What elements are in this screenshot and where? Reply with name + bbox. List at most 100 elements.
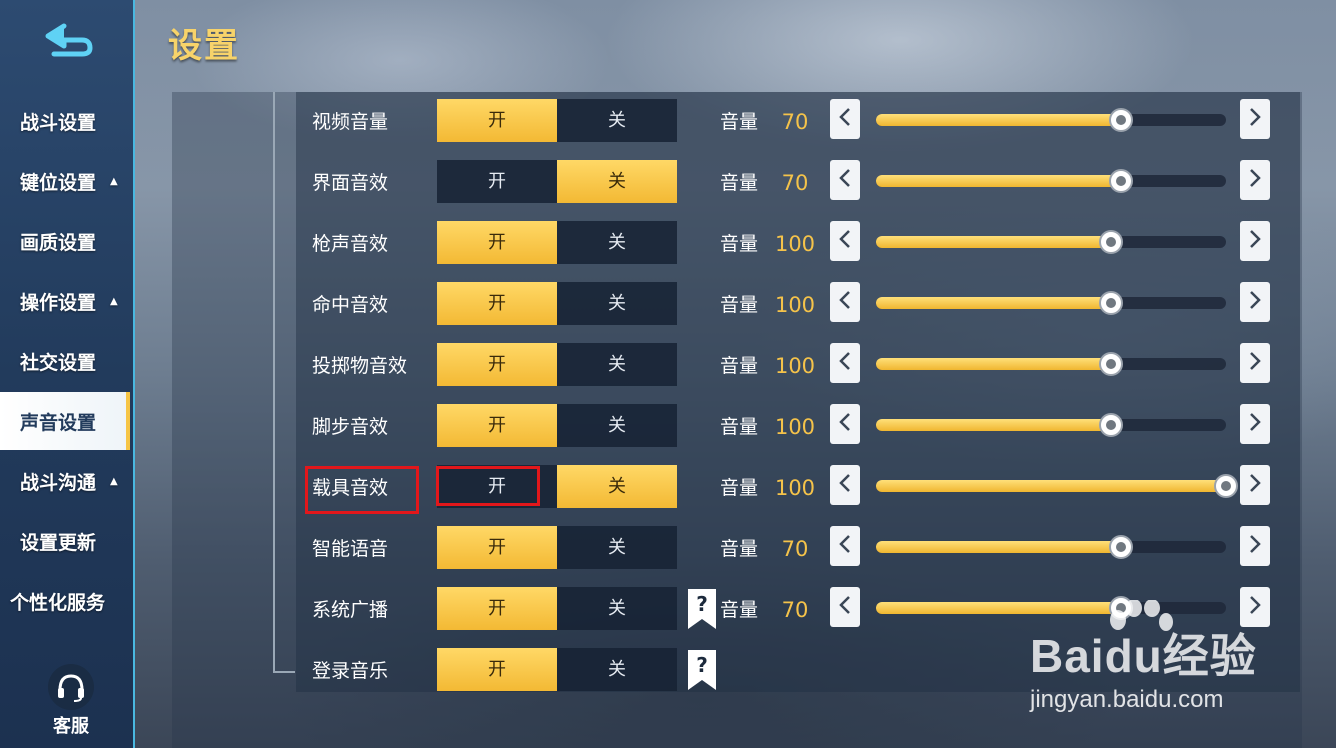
volume-increase-button[interactable] bbox=[1240, 221, 1270, 261]
on-button[interactable]: 开 bbox=[437, 587, 557, 630]
volume-value: 100 bbox=[774, 293, 816, 317]
volume-slider-knob[interactable] bbox=[1098, 413, 1123, 437]
sidebar-item[interactable]: 设置更新 bbox=[0, 512, 133, 570]
off-button[interactable]: 关 bbox=[557, 221, 677, 264]
volume-slider[interactable] bbox=[876, 352, 1226, 376]
volume-increase-button[interactable] bbox=[1240, 404, 1270, 444]
volume-label: 音量 bbox=[720, 294, 759, 316]
off-button[interactable]: 关 bbox=[557, 648, 677, 691]
on-button[interactable]: 开 bbox=[437, 526, 557, 569]
volume-slider-fill bbox=[876, 358, 1111, 370]
volume-decrease-button[interactable] bbox=[830, 160, 860, 200]
volume-slider[interactable] bbox=[876, 169, 1226, 193]
sidebar-item-label: 声音设置 bbox=[20, 411, 97, 434]
volume-slider-knob[interactable] bbox=[1214, 474, 1238, 498]
volume-slider[interactable] bbox=[876, 474, 1238, 498]
volume-increase-button[interactable] bbox=[1240, 465, 1270, 505]
tree-line-end bbox=[273, 671, 295, 673]
help-icon[interactable]: ? bbox=[688, 650, 716, 690]
on-off-toggle: 开 关 bbox=[437, 99, 677, 142]
on-button[interactable]: 开 bbox=[437, 99, 557, 142]
off-button[interactable]: 关 bbox=[557, 160, 677, 203]
sidebar-item-label: 战斗沟通 bbox=[20, 471, 97, 494]
sidebar-item[interactable]: 声音设置 bbox=[0, 392, 130, 450]
on-button[interactable]: 开 bbox=[437, 282, 557, 325]
volume-decrease-button[interactable] bbox=[830, 282, 860, 322]
volume-label: 音量 bbox=[720, 172, 759, 194]
on-button[interactable]: 开 bbox=[437, 404, 557, 447]
on-button[interactable]: 开 bbox=[437, 160, 557, 203]
volume-slider-knob[interactable] bbox=[1109, 535, 1133, 559]
sidebar-item[interactable]: 画质设置 bbox=[0, 212, 133, 270]
back-button[interactable] bbox=[40, 20, 100, 60]
sidebar-item-label: 战斗设置 bbox=[20, 111, 97, 134]
off-button[interactable]: 关 bbox=[557, 587, 677, 630]
on-off-toggle: 开 关 bbox=[437, 648, 677, 691]
volume-value: 70 bbox=[781, 171, 809, 195]
on-off-toggle: 开 关 bbox=[437, 282, 677, 325]
volume-decrease-button[interactable] bbox=[830, 465, 860, 505]
sidebar-item[interactable]: 社交设置 bbox=[0, 332, 133, 390]
sidebar-item[interactable]: 战斗沟通 ▲ bbox=[0, 452, 133, 510]
sound-row: 脚步音效 开 关 音量 100 bbox=[296, 397, 1300, 458]
volume-slider[interactable] bbox=[876, 291, 1226, 315]
sound-row-label: 命中音效 bbox=[312, 294, 389, 316]
volume-increase-button[interactable] bbox=[1240, 343, 1270, 383]
volume-slider[interactable] bbox=[876, 230, 1226, 254]
on-off-toggle: 开 关 bbox=[437, 526, 677, 569]
sidebar-item-label: 操作设置 bbox=[20, 291, 97, 314]
volume-slider[interactable] bbox=[876, 108, 1226, 132]
volume-slider-knob[interactable] bbox=[1098, 230, 1123, 254]
off-button[interactable]: 关 bbox=[557, 404, 677, 447]
volume-label: 音量 bbox=[720, 599, 759, 621]
on-button[interactable]: 开 bbox=[437, 221, 557, 264]
volume-slider[interactable] bbox=[876, 413, 1226, 437]
off-button[interactable]: 关 bbox=[557, 343, 677, 386]
help-icon[interactable]: ? bbox=[688, 589, 716, 629]
chevron-right-icon bbox=[1248, 472, 1262, 498]
sidebar-item-label: 个性化服务 bbox=[10, 591, 106, 614]
volume-slider[interactable] bbox=[876, 535, 1226, 559]
sidebar-item[interactable]: 战斗设置 bbox=[0, 92, 133, 150]
volume-decrease-button[interactable] bbox=[830, 404, 860, 444]
on-button[interactable]: 开 bbox=[437, 343, 557, 386]
sidebar-item-label: 画质设置 bbox=[20, 231, 97, 254]
volume-decrease-button[interactable] bbox=[830, 587, 860, 627]
volume-slider-fill bbox=[876, 236, 1111, 248]
sound-row: 枪声音效 开 关 音量 100 bbox=[296, 214, 1300, 275]
off-button[interactable]: 关 bbox=[557, 465, 677, 508]
volume-label: 音量 bbox=[720, 355, 759, 377]
volume-increase-button[interactable] bbox=[1240, 160, 1270, 200]
chevron-left-icon bbox=[838, 350, 852, 376]
volume-value: 100 bbox=[774, 415, 816, 439]
volume-label: 音量 bbox=[720, 538, 759, 560]
chevron-left-icon bbox=[838, 533, 852, 559]
volume-increase-button[interactable] bbox=[1240, 99, 1270, 139]
volume-value: 70 bbox=[781, 598, 809, 622]
volume-slider-knob[interactable] bbox=[1109, 108, 1133, 132]
volume-decrease-button[interactable] bbox=[830, 221, 860, 261]
sidebar-item[interactable]: 键位设置 ▲ bbox=[0, 152, 133, 210]
highlight-vehicle-label bbox=[305, 466, 419, 514]
on-button[interactable]: 开 bbox=[437, 648, 557, 691]
volume-decrease-button[interactable] bbox=[830, 526, 860, 566]
volume-slider-knob[interactable] bbox=[1098, 352, 1123, 376]
volume-decrease-button[interactable] bbox=[830, 99, 860, 139]
off-button[interactable]: 关 bbox=[557, 526, 677, 569]
volume-value: 70 bbox=[781, 537, 809, 561]
chevron-left-icon bbox=[838, 472, 852, 498]
customer-service-button[interactable]: 客服 bbox=[36, 664, 106, 738]
sidebar-item-label: 社交设置 bbox=[20, 351, 97, 374]
sidebar-item[interactable]: 操作设置 ▲ bbox=[0, 272, 133, 330]
volume-slider-fill bbox=[876, 114, 1121, 126]
sidebar-item[interactable]: 个性化服务 bbox=[0, 572, 133, 630]
volume-decrease-button[interactable] bbox=[830, 343, 860, 383]
volume-increase-button[interactable] bbox=[1240, 282, 1270, 322]
tree-line bbox=[273, 92, 275, 672]
volume-slider-knob[interactable] bbox=[1098, 291, 1123, 315]
sound-row-label: 系统广播 bbox=[312, 599, 389, 621]
off-button[interactable]: 关 bbox=[557, 282, 677, 325]
volume-slider-knob[interactable] bbox=[1109, 169, 1133, 193]
volume-increase-button[interactable] bbox=[1240, 526, 1270, 566]
off-button[interactable]: 关 bbox=[557, 99, 677, 142]
